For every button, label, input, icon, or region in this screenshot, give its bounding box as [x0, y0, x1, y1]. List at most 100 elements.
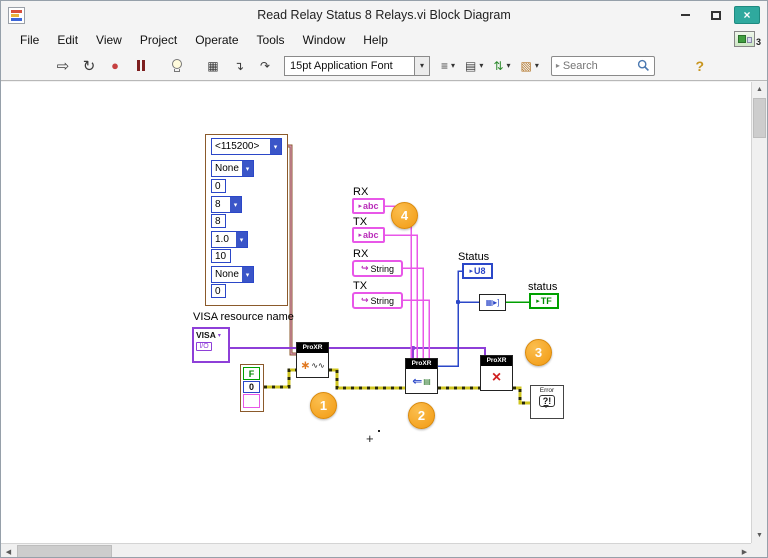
menu-edit[interactable]: Edit	[48, 31, 87, 49]
rx-label: RX	[353, 186, 369, 198]
step-over-button[interactable]: ↷	[253, 54, 277, 78]
rx-string-constant[interactable]: ↪ String	[352, 260, 403, 277]
tx-string-constant[interactable]: ↪ String	[352, 292, 403, 309]
maximize-button[interactable]	[703, 6, 729, 24]
chevron-down-icon[interactable]: ▾	[242, 267, 253, 282]
chevron-down-icon: ▾	[451, 61, 456, 70]
numeric-constant-2[interactable]: 0	[211, 179, 226, 193]
terminal-arrow-icon: ▸	[358, 203, 362, 210]
menu-file[interactable]: File	[11, 31, 48, 49]
minimize-icon	[680, 14, 690, 16]
chevron-down-icon: ▾	[506, 61, 511, 70]
open-windows-indicator[interactable]: 3	[733, 31, 761, 47]
index-array-node[interactable]: ▦▸]	[479, 294, 506, 311]
subvi-configure-serial[interactable]: ProXR ∗ ∿∿	[296, 342, 329, 378]
menu-tools[interactable]: Tools	[248, 31, 294, 49]
search-input[interactable]	[562, 59, 634, 72]
menu-project[interactable]: Project	[131, 31, 186, 49]
string-curve-icon: ↪	[360, 263, 369, 273]
terminal-arrow-icon: ▸	[469, 268, 473, 275]
ring-constant-5[interactable]: 1.0 ▾	[211, 231, 248, 248]
align-objects-button[interactable]: ≡ ▾	[437, 55, 459, 77]
menu-help[interactable]: Help	[354, 31, 397, 49]
wiring-cursor-mark: +	[366, 431, 374, 446]
pause-button[interactable]	[129, 54, 153, 78]
search-box[interactable]: ▸	[550, 55, 655, 76]
status-tf-indicator[interactable]: ▸ TF	[529, 293, 559, 309]
configure-icon: ∗	[300, 358, 311, 372]
chevron-down-icon: ▾	[534, 61, 539, 70]
maximize-icon	[711, 10, 721, 20]
subvi-read-relay-status[interactable]: ProXR ⇐ ▤	[405, 358, 438, 394]
vertical-scrollbar[interactable]: ▲ ▼	[751, 82, 767, 543]
distribute-objects-button[interactable]: ▤ ▾	[461, 55, 487, 77]
chevron-down-icon[interactable]: ▾	[414, 56, 429, 75]
error-source-constant[interactable]	[243, 394, 260, 408]
horizontal-scroll-thumb[interactable]	[17, 545, 112, 557]
close-button[interactable]: ×	[734, 6, 760, 24]
chevron-down-icon[interactable]: ▾	[218, 332, 221, 339]
run-button[interactable]: ⇨	[51, 54, 75, 78]
annotation-1: 1	[310, 392, 337, 419]
cleanup-diagram-button[interactable]: ▧ ▾	[516, 55, 542, 77]
pause-icon	[137, 60, 140, 71]
subvi-close-port[interactable]: ProXR ×	[480, 355, 513, 391]
reorder-button[interactable]: ⇅ ▾	[489, 55, 514, 77]
scrollbar-corner	[751, 543, 767, 557]
scroll-right-button[interactable]: ▶	[737, 544, 752, 557]
search-icon[interactable]	[637, 59, 650, 72]
font-selector-label: 15pt Application Font	[290, 59, 393, 72]
window-count-badge: 3	[755, 37, 761, 47]
rx-string-wire	[402, 267, 424, 358]
tx-string-indicator[interactable]: ▸ abc	[352, 227, 385, 243]
scroll-left-button[interactable]: ◀	[1, 544, 16, 557]
error-status-constant[interactable]: F	[243, 367, 260, 380]
numeric-constant-4[interactable]: 8	[211, 214, 226, 228]
status-u8-indicator[interactable]: ▸ U8	[462, 263, 493, 279]
block-diagram-canvas[interactable]: <115200> ▾ None ▾ 0 8 ▾ 8 1.0 ▾ 10 None …	[1, 82, 753, 543]
app-icon	[8, 6, 25, 24]
ring-constant-1[interactable]: None ▾	[211, 160, 254, 177]
lightbulb-icon	[172, 59, 182, 72]
vertical-scroll-thumb[interactable]	[753, 98, 766, 138]
retain-wire-values-button[interactable]: ▦	[201, 54, 225, 78]
rx-string-indicator[interactable]: ▸ abc	[352, 198, 385, 214]
chevron-down-icon[interactable]: ▾	[236, 232, 247, 247]
highlight-execution-button[interactable]	[165, 54, 189, 78]
abort-icon: ●	[111, 58, 119, 73]
menu-bar: File Edit View Project Operate Tools Win…	[1, 29, 767, 51]
help-button[interactable]: ?	[689, 55, 711, 77]
menu-operate[interactable]: Operate	[186, 31, 247, 49]
run-icon: ⇨	[56, 57, 70, 75]
visa-resource-control[interactable]: VISA ▾ I/O	[192, 327, 230, 363]
ring-constant-baud[interactable]: <115200> ▾	[211, 138, 282, 155]
annotation-3: 3	[525, 339, 552, 366]
step-into-icon: ↴	[233, 58, 245, 73]
step-into-button[interactable]: ↴	[227, 54, 251, 78]
read-icon: ⇐	[412, 374, 423, 388]
menu-view[interactable]: View	[87, 31, 131, 49]
chevron-down-icon[interactable]: ▾	[242, 161, 253, 176]
chevron-down-icon[interactable]: ▾	[270, 139, 281, 154]
font-selector[interactable]: 15pt Application Font ▾	[284, 55, 430, 76]
abort-button[interactable]: ●	[103, 54, 127, 78]
status-u8-label: Status	[458, 251, 490, 263]
scroll-up-button[interactable]: ▲	[752, 82, 767, 97]
ring-constant-3[interactable]: 8 ▾	[211, 196, 242, 213]
numeric-constant-8[interactable]: 0	[211, 284, 226, 298]
index-array-icon: ▦▸]	[485, 298, 500, 307]
wires-layer	[230, 144, 530, 405]
run-continuous-button[interactable]: ↻	[77, 54, 101, 78]
minimize-button[interactable]	[672, 6, 698, 24]
tx-string-wire	[402, 299, 430, 358]
error-code-constant[interactable]: 0	[243, 381, 260, 393]
chevron-down-icon[interactable]: ▾	[230, 197, 241, 212]
ring-constant-7[interactable]: None ▾	[211, 266, 254, 283]
horizontal-scrollbar[interactable]: ◀ ▶	[1, 543, 753, 557]
cursor-dot	[378, 430, 380, 432]
scroll-down-button[interactable]: ▼	[752, 528, 767, 543]
error-handler-node[interactable]: Error ?!	[530, 385, 564, 419]
menu-window[interactable]: Window	[294, 31, 355, 49]
annotation-2: 2	[408, 402, 435, 429]
numeric-constant-6[interactable]: 10	[211, 249, 231, 263]
